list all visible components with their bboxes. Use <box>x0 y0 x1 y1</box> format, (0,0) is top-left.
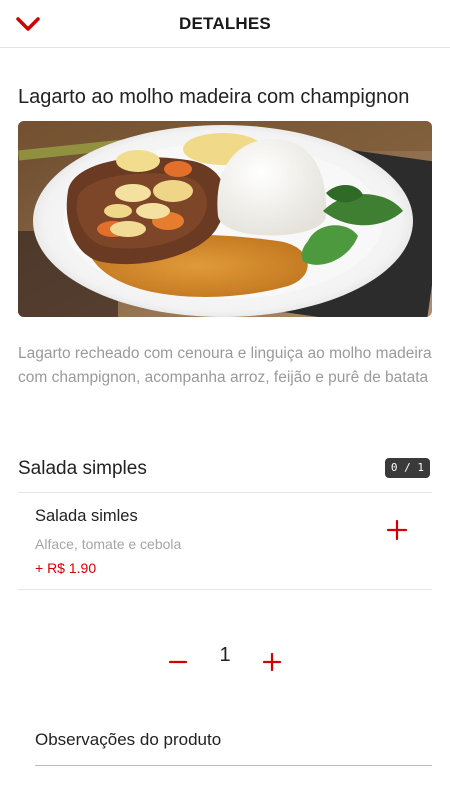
product-description: Lagarto recheado com cenoura e linguiça … <box>18 345 432 386</box>
plus-icon <box>262 652 282 672</box>
option-name: Salada simles <box>35 507 138 525</box>
top-bar: DETALHES <box>0 0 450 48</box>
increase-quantity-button[interactable] <box>258 648 286 676</box>
notes-underline <box>35 765 432 766</box>
extras-section-header: Salada simples 0 / 1 <box>18 456 432 484</box>
option-description: Alface, tomate e cebola <box>35 536 182 552</box>
product-notes-field[interactable]: Observações do produto <box>35 730 221 750</box>
product-image <box>18 121 432 317</box>
section-title: Salada simples <box>18 458 147 479</box>
plus-icon <box>386 519 408 541</box>
divider <box>18 589 432 590</box>
divider <box>18 492 432 493</box>
decrease-quantity-button[interactable] <box>164 648 192 676</box>
selection-count-badge: 0 / 1 <box>384 458 430 478</box>
option-price: + R$ 1.90 <box>35 560 97 576</box>
minus-icon <box>168 660 188 664</box>
product-title: Lagarto ao molho madeira com champignon <box>18 86 410 108</box>
add-option-button[interactable] <box>383 516 411 544</box>
page-title: DETALHES <box>179 14 271 33</box>
quantity-value: 1 <box>219 644 231 666</box>
